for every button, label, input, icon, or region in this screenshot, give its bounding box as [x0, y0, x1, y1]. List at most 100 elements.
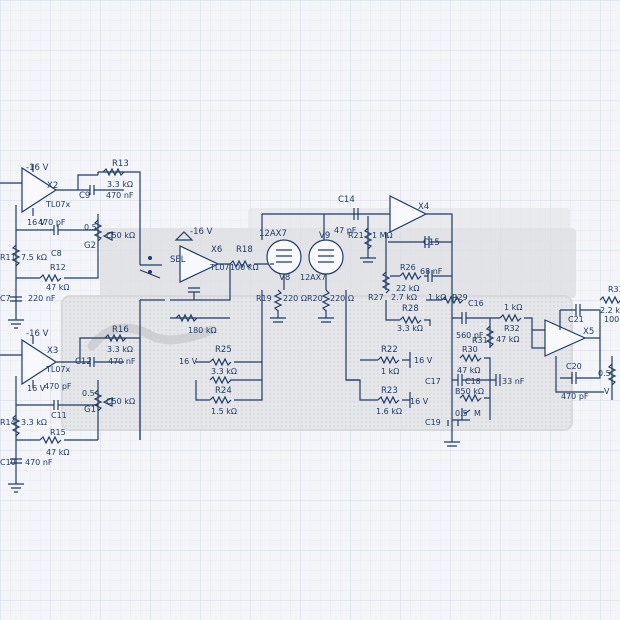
- opamp-model: TL07x: [45, 200, 71, 209]
- r28-value: 3.3 kΩ: [397, 324, 423, 333]
- tube-v9: [308, 239, 344, 275]
- r32-ref: R32: [504, 324, 520, 333]
- c14-ref: C14: [338, 195, 355, 205]
- r24-value: 1.5 kΩ: [211, 407, 237, 416]
- pos-label: 0.5: [455, 409, 468, 418]
- v-pos-label: 16 V: [410, 397, 429, 406]
- r12-value: 47 kΩ: [46, 283, 69, 292]
- c10-value: 470 nF: [25, 458, 53, 467]
- v-neg-label: -16 V: [26, 329, 49, 339]
- c21-value: 100: [604, 315, 619, 324]
- r33-value: 2.2 k: [600, 306, 620, 315]
- r16-ref: R16: [112, 325, 129, 335]
- pos-label: 0.5: [598, 369, 611, 378]
- opamp-ref: X6: [211, 245, 222, 255]
- g1-ref: G1: [84, 405, 96, 415]
- r32-value: 47 kΩ: [496, 335, 519, 344]
- c7-value: 220 nF: [28, 294, 56, 303]
- opamp-model: TL07x: [45, 365, 71, 374]
- c15-ref: C15: [423, 238, 440, 248]
- r15-ref: R15: [50, 428, 66, 437]
- c8-value: 470 pF: [38, 218, 66, 227]
- opamp-ref: X4: [418, 202, 429, 212]
- c12-value: 470 nF: [108, 357, 136, 366]
- tube-v8: [266, 239, 302, 275]
- c21-ref: C21: [568, 315, 584, 324]
- tube-v9-model: 12AX7: [300, 273, 326, 282]
- v-neg-label: -16 V: [190, 227, 213, 237]
- r31-ref: R31: [472, 336, 488, 345]
- r29-ref: R29: [452, 293, 468, 302]
- r13-ref: R13: [112, 159, 129, 169]
- c15-value: 68 nF: [420, 267, 443, 276]
- g1-position: 0.5: [82, 389, 95, 398]
- c12-ref: C12: [75, 357, 92, 367]
- r14-ref: R14: [0, 418, 16, 427]
- r25-value: 3.3 kΩ: [211, 367, 237, 376]
- r16-value: 3.3 kΩ: [107, 345, 133, 354]
- g2-value: C50 kΩ: [106, 231, 135, 240]
- r27-value: 2.7 kΩ: [391, 293, 417, 302]
- c20-ref: C20: [566, 362, 582, 371]
- c10-value: 470 pF: [44, 382, 72, 391]
- r15-value: 47 kΩ: [46, 448, 69, 457]
- c7-ref: C7: [0, 294, 11, 303]
- v-label: V: [604, 387, 610, 396]
- r26-ref: R26: [400, 263, 416, 272]
- c17-ref: C17: [425, 377, 441, 386]
- r29-value: 1 kΩ: [428, 293, 446, 302]
- r18-ref: R18: [236, 245, 253, 255]
- c9-ref: C9: [79, 191, 90, 201]
- tube-v8-model: 12AX7: [259, 229, 287, 239]
- r19-value: 220 Ω: [283, 294, 307, 303]
- g2-ref: G2: [84, 241, 96, 251]
- r24-ref: R24: [215, 386, 232, 396]
- r32-value: 1 kΩ: [504, 303, 522, 312]
- c18-ref: C18: [465, 377, 481, 386]
- r23-value: 1.6 kΩ: [376, 407, 402, 416]
- r18-value: 100 kΩ: [230, 263, 259, 272]
- b50-value: B50 kΩ: [455, 387, 484, 396]
- v-neg-label: -16 V: [26, 163, 49, 173]
- opamp-ref: X2: [47, 181, 58, 191]
- schematic-svg: -16 V X2 TL07x 16 V R13 3.3 kΩ C9 470 nF…: [0, 0, 620, 620]
- r28-ref: R28: [402, 304, 419, 314]
- tube-v9-ref: V9: [319, 231, 330, 241]
- c10-ref: C10: [0, 458, 16, 467]
- r27-ref: R27: [368, 293, 384, 302]
- r14-value: 3.3 kΩ: [21, 418, 47, 427]
- c19-ref: C19: [425, 418, 441, 427]
- r11-value: 7.5 kΩ: [21, 253, 47, 262]
- sel-ref: SEL: [170, 255, 186, 265]
- r20-value: 220 Ω: [330, 294, 354, 303]
- r22-value: 1 kΩ: [381, 367, 399, 376]
- c20-value: 470 pF: [561, 392, 589, 401]
- r11-ref: R11: [0, 253, 16, 262]
- g1-value: C50 kΩ: [106, 397, 135, 406]
- r30-value: 47 kΩ: [457, 366, 480, 375]
- v-pos-label: 16 V: [27, 384, 46, 393]
- v-pos-label: 16 V: [414, 356, 433, 365]
- r21-ref: R21: [348, 231, 364, 240]
- g2-position: 0.5: [84, 223, 97, 232]
- r23-ref: R23: [381, 386, 398, 396]
- r13-value: 3.3 kΩ: [107, 180, 133, 189]
- tube-v8-ref: V8: [279, 273, 290, 283]
- c16-ref: C16: [468, 299, 484, 308]
- schematic-canvas[interactable]: -16 V X2 TL07x 16 V R13 3.3 kΩ C9 470 nF…: [0, 0, 620, 620]
- r33-ref: R33: [608, 285, 620, 294]
- r26-value: 22 kΩ: [396, 284, 419, 293]
- c18-value: 33 nF: [502, 377, 525, 386]
- v-pos-label: 16 V: [179, 357, 198, 366]
- opamp-model: TL07: [209, 263, 230, 272]
- r20-ref: R20: [307, 294, 323, 303]
- opamp-ref: X3: [47, 346, 58, 356]
- opamp-ref: X5: [583, 327, 594, 337]
- r25-ref: R25: [215, 345, 232, 355]
- r12-ref: R12: [50, 263, 66, 272]
- r22-ref: R22: [381, 345, 398, 355]
- r30-ref: R30: [462, 345, 478, 354]
- c9-value: 470 nF: [106, 191, 134, 200]
- c8-ref: C8: [51, 249, 62, 258]
- r17-value: 180 kΩ: [188, 326, 217, 335]
